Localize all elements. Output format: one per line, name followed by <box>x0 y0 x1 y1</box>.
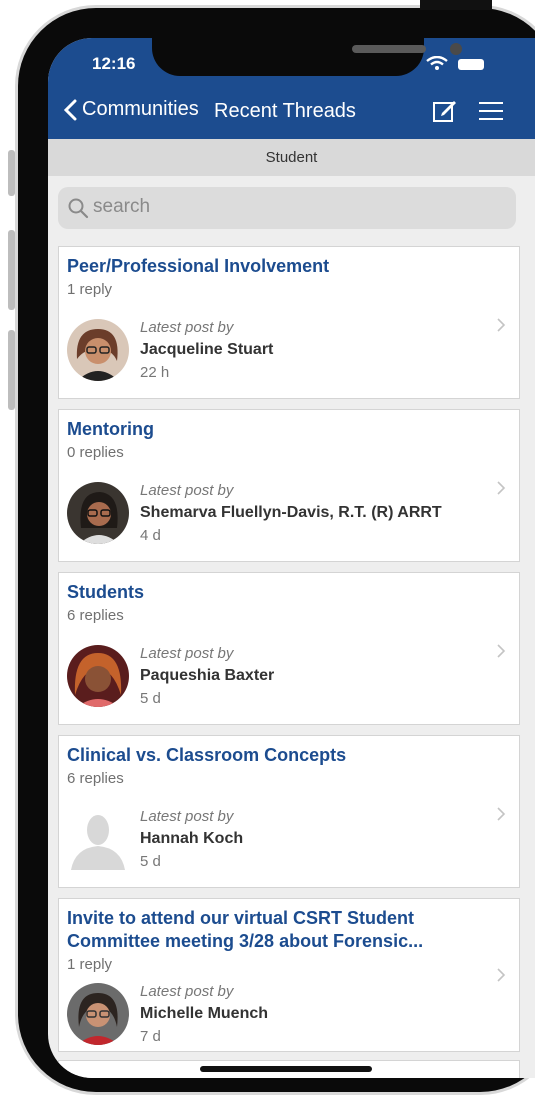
battery-icon <box>458 59 484 70</box>
thread-replies: 1 reply <box>67 281 113 298</box>
home-indicator[interactable] <box>200 1066 372 1072</box>
latest-post-label: Latest post by <box>140 319 234 336</box>
person-silhouette-icon <box>67 808 129 870</box>
camera-icon <box>450 43 462 55</box>
compose-icon[interactable] <box>432 98 458 124</box>
author-name: Paqueshia Baxter <box>140 667 275 684</box>
back-button[interactable]: Communities <box>62 98 199 121</box>
thread-replies: 6 replies <box>67 607 124 624</box>
frame-accent <box>420 0 492 10</box>
page-title: Recent Threads <box>214 100 356 122</box>
search-icon <box>68 198 89 219</box>
thread-title[interactable]: Students <box>67 581 487 604</box>
author-name: Shemarva Fluellyn-Davis, R.T. (R) ARRT <box>140 504 442 521</box>
search-input[interactable]: search <box>58 187 516 229</box>
thread-title[interactable]: Mentoring <box>67 418 487 441</box>
app-screen: 12:16 Communities Recent Threads Student… <box>48 38 535 1078</box>
mute-switch <box>8 150 15 196</box>
post-age: 7 d <box>140 1028 161 1045</box>
post-age: 22 h <box>140 364 170 381</box>
avatar <box>67 645 129 707</box>
status-time: 12:16 <box>92 54 136 73</box>
thread-card[interactable]: Clinical vs. Classroom Concepts 6 replie… <box>58 735 520 888</box>
chevron-right-icon <box>497 807 506 821</box>
avatar <box>67 983 129 1045</box>
thread-card[interactable]: Mentoring 0 replies Latest post by Shema… <box>58 409 520 562</box>
search-placeholder: search <box>93 196 151 217</box>
author-name: Jacqueline Stuart <box>140 341 274 358</box>
thread-title[interactable]: Peer/Professional Involvement <box>67 255 487 278</box>
latest-post-label: Latest post by <box>140 482 234 499</box>
post-age: 4 d <box>140 527 161 544</box>
avatar-placeholder <box>67 808 129 870</box>
thread-card[interactable]: Invite to attend our virtual CSRT Studen… <box>58 898 520 1052</box>
thread-title[interactable]: Clinical vs. Classroom Concepts <box>67 744 487 767</box>
avatar-photo <box>67 482 129 544</box>
latest-post-label: Latest post by <box>140 808 234 825</box>
post-age: 5 d <box>140 690 161 707</box>
avatar-photo <box>67 645 129 707</box>
thread-card[interactable]: Students 6 replies Latest post by Paques… <box>58 572 520 725</box>
wifi-icon <box>426 56 448 70</box>
chevron-right-icon <box>497 968 506 982</box>
thread-title[interactable]: Invite to attend our virtual CSRT Studen… <box>67 907 487 953</box>
menu-icon[interactable] <box>478 99 504 123</box>
thread-replies: 1 reply <box>67 956 113 973</box>
thread-replies: 0 replies <box>67 444 124 461</box>
chevron-left-icon <box>63 99 77 120</box>
avatar-photo <box>67 983 129 1045</box>
avatar-photo <box>67 319 129 381</box>
post-age: 5 d <box>140 853 161 870</box>
section-header: Student <box>48 139 535 176</box>
thread-card[interactable]: Peer/Professional Involvement 1 reply La… <box>58 246 520 399</box>
author-name: Michelle Muench <box>140 1005 269 1022</box>
thread-replies: 6 replies <box>67 770 124 787</box>
latest-post-label: Latest post by <box>140 983 234 1000</box>
navigation-bar: 12:16 Communities Recent Threads <box>48 38 535 139</box>
chevron-right-icon <box>497 481 506 495</box>
device-notch <box>152 38 462 76</box>
author-name: Hannah Koch <box>140 830 244 847</box>
avatar <box>67 482 129 544</box>
chevron-right-icon <box>497 318 506 332</box>
latest-post-label: Latest post by <box>140 645 234 662</box>
speaker-icon <box>352 45 426 53</box>
volume-up-button <box>8 230 15 310</box>
back-button-label: Communities <box>82 98 199 120</box>
avatar <box>67 319 129 381</box>
chevron-right-icon <box>497 644 506 658</box>
volume-down-button <box>8 330 15 410</box>
